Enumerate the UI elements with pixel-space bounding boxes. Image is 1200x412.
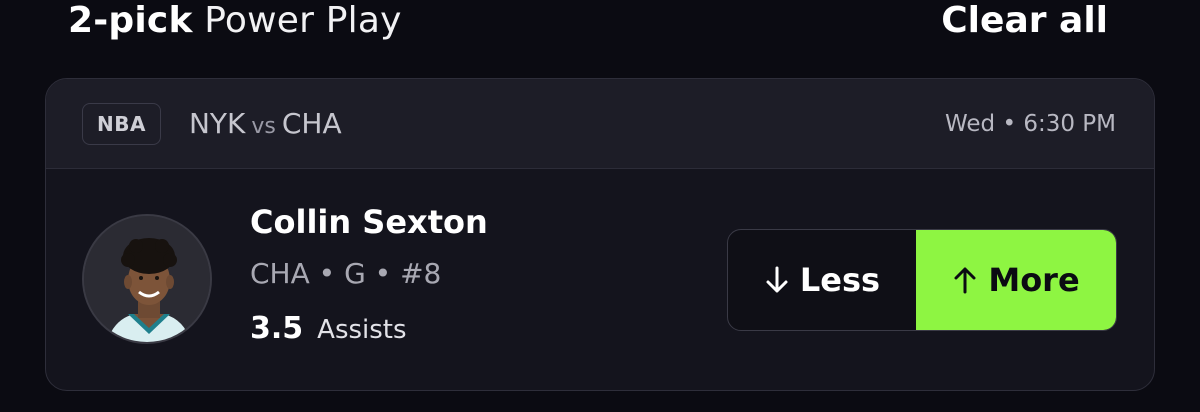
away-team: CHA [281,107,342,140]
less-label: Less [799,261,881,299]
player-avatar [82,214,212,344]
home-team: NYK [188,107,246,140]
player-name: Collin Sexton [250,203,488,241]
clear-all-button[interactable]: Clear all [941,0,1108,41]
player-headshot-icon [84,216,210,342]
play-type: Power Play [204,0,402,41]
game-time: Wed • 6:30 PM [944,110,1116,137]
more-label: More [988,261,1080,299]
pick-count: 2-pick [68,0,193,41]
less-more-toggle: Less More [727,229,1117,331]
league-badge: NBA [82,102,161,145]
slip-header: 2-pick Power Play Clear all [68,0,1108,50]
vs-label: vs [251,114,276,139]
line-stat: Assists [317,315,407,345]
arrow-up-icon [954,267,976,294]
line-value: 3.5 [250,311,304,346]
less-button[interactable]: Less [728,230,916,330]
game-header: NBA NYK vs CHA Wed • 6:30 PM [46,79,1154,169]
arrow-down-icon [766,266,788,293]
player-row: Collin Sexton CHA • G • #8 3.5 Assists L… [46,169,1154,390]
projection-line: 3.5 Assists [250,311,407,346]
more-button[interactable]: More [916,230,1116,330]
matchup: NYK vs CHA [189,107,342,140]
pick-card: NBA NYK vs CHA Wed • 6:30 PM Collin Sext… [45,78,1155,391]
slip-title: 2-pick Power Play [68,0,402,41]
player-meta: CHA • G • #8 [250,257,442,290]
